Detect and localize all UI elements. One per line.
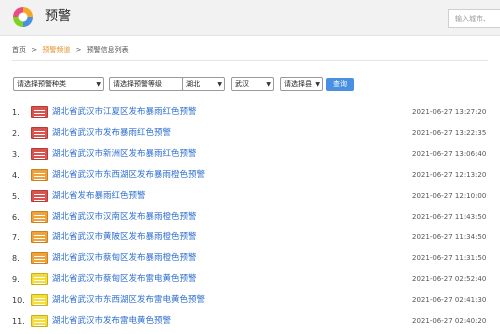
row-index: 4. <box>12 170 20 180</box>
warning-level-select[interactable]: 请选择预警等级 ▼ <box>109 77 191 91</box>
warning-timestamp: 2021-06-27 12:13:20 <box>412 170 487 179</box>
orange-warning-icon <box>31 210 48 223</box>
page-title: 预警 <box>45 9 72 24</box>
query-button[interactable]: 查询 <box>326 78 354 91</box>
chevron-down-icon: ▼ <box>266 81 271 88</box>
warning-row[interactable]: 7. 湖北省武汉市黄陂区发布暴雨橙色预警 2021-06-27 11:34:50 <box>0 229 500 247</box>
red-warning-icon <box>31 106 48 118</box>
warning-row[interactable]: 2. 湖北省武汉市发布暴雨红色预警 2021-06-27 13:22:35 <box>0 125 500 143</box>
warning-timestamp: 2021-06-27 11:31:50 <box>412 254 487 263</box>
city-value: 武汉 <box>235 80 249 88</box>
yellow-warning-icon <box>31 294 48 307</box>
warning-timestamp: 2021-06-27 02:41:30 <box>412 296 487 305</box>
orange-warning-icon <box>31 168 48 181</box>
row-index: 6. <box>12 212 20 222</box>
warning-title-link[interactable]: 湖北省武汉市蔡甸区发布雷电黄色预警 <box>52 274 197 285</box>
row-index: 10. <box>12 296 25 306</box>
warning-title-link[interactable]: 湖北省武汉市新洲区发布暴雨红色预警 <box>52 149 197 160</box>
warning-title-link[interactable]: 湖北省武汉市发布暴雨红色预警 <box>52 128 171 139</box>
row-index: 8. <box>12 254 20 264</box>
warning-row[interactable]: 1. 湖北省武汉市江夏区发布暴雨红色预警 2021-06-27 13:27:20 <box>0 104 500 122</box>
warning-row[interactable]: 3. 湖北省武汉市新洲区发布暴雨红色预警 2021-06-27 13:06:40 <box>0 146 500 164</box>
warning-row[interactable]: 9. 湖北省武汉市蔡甸区发布雷电黄色预警 2021-06-27 02:52:40 <box>0 271 500 289</box>
warning-type-select[interactable]: 请选择预警种类 ▼ <box>13 77 104 91</box>
warning-timestamp: 2021-06-27 11:43:50 <box>412 212 487 221</box>
warning-row[interactable]: 11. 湖北省武汉市发布雷电黄色预警 2021-06-27 02:40:20 <box>0 313 500 331</box>
yellow-warning-icon <box>31 315 48 327</box>
orange-warning-icon <box>31 231 48 244</box>
county-value: 请选择县 <box>284 80 312 88</box>
warning-row[interactable]: 4. 湖北省武汉市东西湖区发布暴雨橙色预警 2021-06-27 12:13:20 <box>0 167 500 185</box>
warning-title-link[interactable]: 湖北省武汉市东西湖区发布暴雨橙色预警 <box>52 170 205 181</box>
chevron-down-icon: ▼ <box>315 81 320 88</box>
warning-timestamp: 2021-06-27 13:06:40 <box>412 149 487 158</box>
warning-level-value: 请选择预警等级 <box>113 80 162 88</box>
row-index: 7. <box>12 233 20 243</box>
row-index: 3. <box>12 149 20 159</box>
warning-timestamp: 2021-06-27 13:27:20 <box>412 108 487 116</box>
warning-timestamp: 2021-06-27 11:34:50 <box>412 233 487 242</box>
warning-title-link[interactable]: 湖北省武汉市黄陂区发布暴雨橙色预警 <box>52 232 197 243</box>
breadcrumb-home-link[interactable]: 首页 <box>12 46 26 54</box>
warning-title-link[interactable]: 湖北省武汉市发布雷电黄色预警 <box>52 316 171 327</box>
row-index: 2. <box>12 128 20 138</box>
warning-title-link[interactable]: 湖北省武汉市江夏区发布暴雨红色预警 <box>52 107 197 118</box>
top-header: 预警 <box>0 0 500 36</box>
city-search-input[interactable] <box>448 9 500 28</box>
warning-timestamp: 2021-06-27 02:52:40 <box>412 275 487 284</box>
warning-row[interactable]: 6. 湖北省武汉市汉南区发布暴雨橙色预警 2021-06-27 11:43:50 <box>0 209 500 227</box>
warning-timestamp: 2021-06-27 13:22:35 <box>412 128 487 137</box>
warning-timestamp: 2021-06-27 12:10:00 <box>412 191 487 200</box>
red-warning-icon <box>31 147 48 160</box>
red-warning-icon <box>31 189 48 202</box>
city-select[interactable]: 武汉 ▼ <box>231 77 274 91</box>
warning-title-link[interactable]: 湖北省武汉市蔡甸区发布暴雨橙色预警 <box>52 253 197 264</box>
province-select[interactable]: 湖北 ▼ <box>182 77 225 91</box>
row-index: 1. <box>12 108 20 117</box>
breadcrumb-current-page: 预警信息列表 <box>86 46 129 54</box>
warning-timestamp: 2021-06-27 02:40:20 <box>412 317 487 325</box>
weather-logo-icon[interactable] <box>12 6 34 28</box>
yellow-warning-icon <box>31 273 48 286</box>
warning-title-link[interactable]: 湖北省武汉市汉南区发布暴雨橙色预警 <box>52 212 197 223</box>
warning-title-link[interactable]: 湖北省武汉市东西湖区发布雷电黄色预警 <box>52 295 205 306</box>
breadcrumb-separator: > <box>31 46 38 54</box>
breadcrumb: 首页 > 预警频道 > 预警信息列表 <box>12 45 129 55</box>
warning-row[interactable]: 5. 湖北省发布暴雨红色预警 2021-06-27 12:10:00 <box>0 188 500 206</box>
row-index: 9. <box>12 275 20 285</box>
chevron-down-icon: ▼ <box>217 81 222 88</box>
province-value: 湖北 <box>186 80 200 88</box>
orange-warning-icon <box>31 252 48 265</box>
county-select[interactable]: 请选择县 ▼ <box>280 77 323 91</box>
breadcrumb-divider <box>12 60 488 61</box>
chevron-down-icon: ▼ <box>96 81 101 88</box>
warning-type-value: 请选择预警种类 <box>17 80 66 88</box>
warning-row[interactable]: 8. 湖北省武汉市蔡甸区发布暴雨橙色预警 2021-06-27 11:31:50 <box>0 250 500 268</box>
warning-row[interactable]: 10. 湖北省武汉市东西湖区发布雷电黄色预警 2021-06-27 02:41:30 <box>0 292 500 310</box>
row-index: 11. <box>12 317 25 326</box>
warning-title-link[interactable]: 湖北省发布暴雨红色预警 <box>52 191 146 202</box>
row-index: 5. <box>12 191 20 201</box>
breadcrumb-separator: > <box>75 46 82 54</box>
red-warning-icon <box>31 126 48 139</box>
breadcrumb-section-link[interactable]: 预警频道 <box>42 46 70 54</box>
